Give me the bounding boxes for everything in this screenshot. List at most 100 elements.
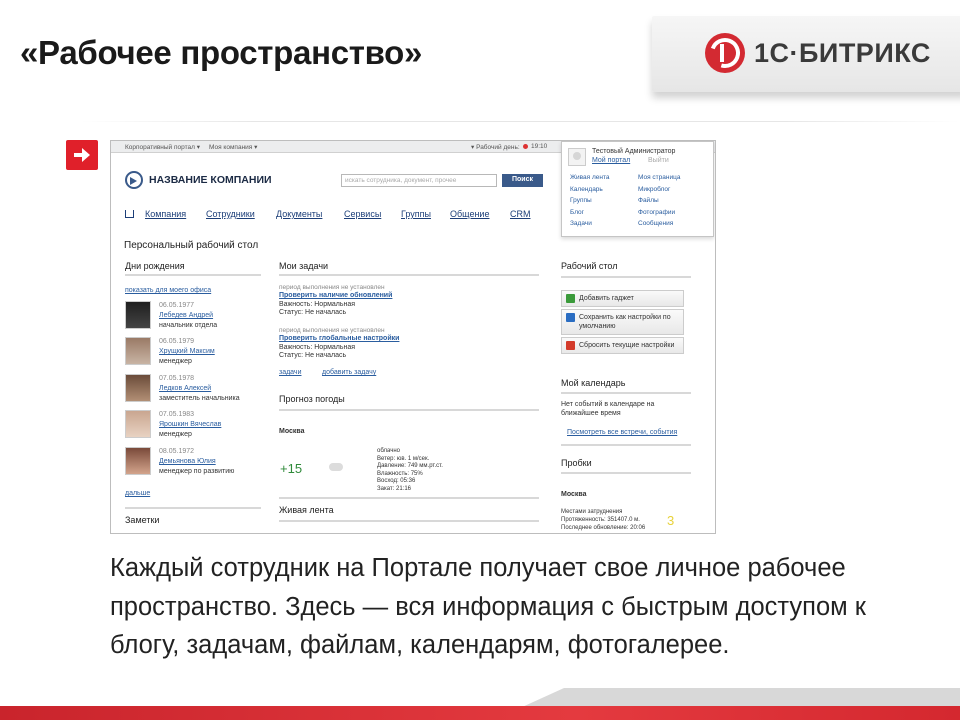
menu-item-communication[interactable]: Общение <box>450 209 489 219</box>
user-link-calendar[interactable]: Календарь <box>570 184 609 196</box>
menu-item-crm[interactable]: CRM <box>510 209 531 219</box>
clock-time: 19:10 <box>531 143 548 150</box>
my-portal-link[interactable]: Мой портал <box>592 157 630 164</box>
reset-settings-button[interactable]: Сбросить текущие настройки <box>561 337 684 354</box>
weather-detail: Влажность: 75% <box>377 470 423 477</box>
my-company-menu[interactable]: Моя компания ▾ <box>209 143 257 151</box>
footer-red-band <box>0 706 960 720</box>
home-icon[interactable] <box>125 210 134 218</box>
menu-item-groups[interactable]: Группы <box>401 209 431 219</box>
calendar-all-link[interactable]: Посмотреть все встречи, события <box>567 429 677 436</box>
traffic-line: Местами затруднения <box>561 509 623 515</box>
brand-name: 1С·БИТРИКС <box>754 38 931 68</box>
menu-item-documents[interactable]: Документы <box>276 209 322 219</box>
avatar[interactable] <box>568 148 586 166</box>
company-arrow-icon <box>125 171 143 189</box>
person-name[interactable]: Демьянова Юлия <box>159 458 216 465</box>
traffic-level: 3 <box>667 513 675 528</box>
cloud-icon <box>329 463 343 471</box>
task-title[interactable]: Проверить глобальные настройки <box>279 335 399 342</box>
traffic-header: Пробки <box>561 458 592 468</box>
user-link-tasks[interactable]: Задачи <box>570 218 609 230</box>
user-link-messages[interactable]: Сообщения <box>638 218 680 230</box>
arrow-right-icon <box>66 140 98 170</box>
weather-details: облачно Ветер: юв. 1 м/сек. Давление: 74… <box>377 448 443 493</box>
weather-detail: облачно <box>377 448 400 454</box>
add-gadget-button[interactable]: Добавить гаджет <box>561 290 684 307</box>
add-icon <box>566 294 575 303</box>
page-title: Персональный рабочий стол <box>124 240 259 251</box>
user-link-microblog[interactable]: Микроблог <box>638 184 680 196</box>
search-button[interactable]: Поиск <box>502 174 543 187</box>
logout-link[interactable]: Выйти <box>648 157 669 164</box>
user-link-page[interactable]: Моя страница <box>638 172 680 184</box>
traffic-city: Москва <box>561 491 587 498</box>
user-link-feed[interactable]: Живая лента <box>570 172 609 184</box>
person-name[interactable]: Ярошкин Вячеслав <box>159 421 221 428</box>
birth-date: 06.05.1979 <box>159 338 195 345</box>
person-role: менеджер <box>159 358 192 365</box>
weather-detail: Давление: 749 мм.рт.ст. <box>377 463 443 469</box>
user-link-groups[interactable]: Группы <box>570 195 609 207</box>
workday-label[interactable]: ▾ Рабочий день: <box>471 143 520 151</box>
desktop-divider <box>561 276 691 278</box>
menu-item-employees[interactable]: Сотрудники <box>206 209 255 219</box>
task-importance: Важность: Нормальная <box>279 344 356 351</box>
calendar-divider-bottom <box>561 444 691 446</box>
calendar-divider <box>561 392 691 394</box>
person-name[interactable]: Лебедев Андрей <box>159 312 213 319</box>
tasks-link[interactable]: задачи <box>279 369 301 376</box>
save-defaults-button[interactable]: Сохранить как настройки по умолчанию <box>561 309 684 335</box>
corp-portal-menu[interactable]: Корпоративный портал ▾ <box>125 143 200 151</box>
user-link-files[interactable]: Файлы <box>638 195 680 207</box>
divider <box>80 121 960 122</box>
slide: «Рабочее пространство» 1С·БИТРИКС Корпор… <box>0 0 960 720</box>
tasks-divider <box>279 274 539 276</box>
birth-date: 07.05.1978 <box>159 375 195 382</box>
person-photo[interactable] <box>125 410 151 438</box>
user-name: Тестовый Администратор <box>592 148 676 155</box>
calendar-empty-text: Нет событий в календаре на ближайшее вре… <box>561 401 655 417</box>
brand-panel: 1С·БИТРИКС <box>652 16 960 92</box>
calendar-header: Мой календарь <box>561 378 626 388</box>
person-photo[interactable] <box>125 337 151 365</box>
traffic-line: Протяженность: 351407.0 м. <box>561 517 640 523</box>
reset-icon <box>566 341 575 350</box>
person-photo[interactable] <box>125 374 151 402</box>
birth-date: 07.05.1983 <box>159 411 195 418</box>
person-photo[interactable] <box>125 447 151 475</box>
person-name[interactable]: Ледков Алексей <box>159 385 211 392</box>
user-link-blog[interactable]: Блог <box>570 207 609 219</box>
add-task-link[interactable]: добавить задачу <box>322 369 376 376</box>
reset-settings-label: Сбросить текущие настройки <box>579 342 675 349</box>
weather-temperature: +15 <box>280 461 303 476</box>
task-status: Статус: Не началась <box>279 352 347 359</box>
portal-screenshot: Корпоративный портал ▾ Моя компания ▾ ▾ … <box>110 140 716 534</box>
show-office-link[interactable]: показать для моего офиса <box>125 287 211 294</box>
task-status: Статус: Не началась <box>279 309 347 316</box>
menu-item-company[interactable]: Компания <box>145 209 186 219</box>
birth-date: 06.05.1977 <box>159 302 195 309</box>
weather-detail: Восход: 05:36 <box>377 478 416 484</box>
company-name: НАЗВАНИЕ КОМПАНИИ <box>149 174 272 186</box>
person-photo[interactable] <box>125 301 151 329</box>
user-link-photos[interactable]: Фотографии <box>638 207 680 219</box>
search-input[interactable]: искать сотрудника, документ, прочее <box>341 174 497 187</box>
traffic-divider <box>561 472 691 474</box>
task-title[interactable]: Проверить наличие обновлений <box>279 292 392 299</box>
weather-detail: Ветер: юв. 1 м/сек. <box>377 455 430 462</box>
user-panel: Тестовый Администратор Мой портал Выйти … <box>561 141 714 237</box>
notes-divider <box>125 507 261 509</box>
menu-item-services[interactable]: Сервисы <box>344 209 381 219</box>
birthdays-more-link[interactable]: дальше <box>125 490 150 497</box>
person-role: менеджер <box>159 431 192 438</box>
weather-header: Прогноз погоды <box>279 394 345 404</box>
person-role: заместитель начальника <box>159 395 240 402</box>
weather-divider <box>279 409 539 411</box>
task-period: период выполнения не установлен <box>279 327 385 334</box>
user-links-right: Моя страница Микроблог Файлы Фотографии … <box>638 172 680 230</box>
birth-date: 08.05.1972 <box>159 448 195 455</box>
task-period: период выполнения не установлен <box>279 284 385 291</box>
person-name[interactable]: Хрущкий Максим <box>159 348 215 355</box>
footer-gray-band <box>520 688 960 708</box>
